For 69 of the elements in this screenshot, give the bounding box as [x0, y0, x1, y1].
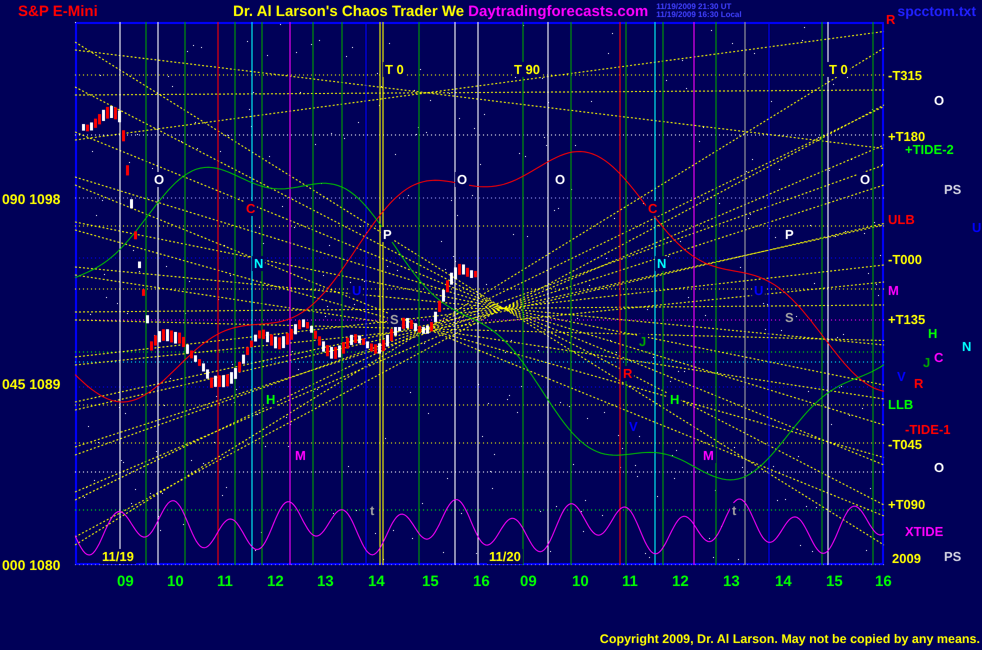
price-axis-label: 090 1098 [0, 191, 62, 207]
legend-label: H [926, 326, 940, 341]
legend-label: -T045 [886, 437, 924, 452]
symbol-title: S&P E-Mini [18, 2, 99, 20]
timestamp: 11/19/2009 16:30 Local [656, 11, 742, 19]
chart-marker-label: t [730, 503, 738, 518]
chart-marker-label: O [553, 172, 568, 187]
price-bar [130, 199, 133, 208]
chart-marker-label: O [152, 172, 166, 187]
chart-marker-label: N [655, 256, 668, 271]
legend-label: PS [942, 549, 964, 564]
legend-label: PS [942, 182, 964, 197]
chart-marker-label: H [668, 392, 682, 407]
chart-marker-label: H [264, 392, 278, 407]
legend-label: +T180 [886, 129, 928, 144]
price-axis-label: 045 1089 [0, 376, 62, 392]
legend-label: -TIDE-1 [903, 422, 952, 437]
chart-marker-label: J [637, 334, 648, 349]
legend-label: ULB [886, 212, 917, 227]
chart-marker-label: V [627, 419, 640, 434]
legend-label: N [960, 339, 974, 354]
chart-marker-label: 11/19 [100, 549, 136, 564]
price-bar [146, 315, 149, 324]
copyright-text: Copyright 2009, Dr. Al Larson. May not be copied by any means. [600, 632, 980, 646]
price-bar [122, 130, 125, 142]
legend-label: R [884, 12, 898, 27]
legend-label: 2009 [890, 551, 923, 566]
chart-marker-label: M [701, 448, 716, 463]
chart-marker-label: M [293, 448, 308, 463]
chart-marker-label: T 0 [383, 62, 406, 77]
chart-marker-label: S [783, 310, 796, 325]
legend-label: LLB [886, 397, 916, 412]
chart-title: Dr. Al Larson's Chaos Trader We [233, 2, 464, 20]
chart-marker-label: U [350, 283, 364, 298]
chart-marker-label: T 90 [512, 62, 542, 77]
legend-label: +TIDE-2 [903, 142, 956, 157]
legend-label: -T000 [886, 252, 924, 267]
price-bar [142, 289, 145, 296]
price-axis-label: 000 1080 [0, 557, 62, 573]
chart-marker-label: C [244, 201, 258, 216]
legend-label: M [886, 283, 901, 298]
chart-marker-label: N [252, 256, 266, 271]
website-link[interactable]: Daytradingforecasts.com [468, 2, 648, 20]
legend-label: +T135 [886, 312, 928, 327]
legend-label: XTIDE [903, 524, 946, 539]
chart-marker-label: 11/20 [487, 549, 523, 564]
price-bar [126, 165, 129, 176]
legend-label: O [932, 93, 946, 108]
legend-label: -T315 [886, 68, 924, 83]
legend-label: +T090 [886, 497, 928, 512]
legend-label: O [932, 460, 946, 475]
timestamp: 11/19/2009 21:30 UT [656, 3, 732, 11]
chart-marker-label: T 0 [827, 62, 850, 77]
file-name: spcctom.txt [897, 3, 976, 19]
legend-label: V [895, 369, 908, 384]
price-bar [138, 262, 141, 268]
legend-label: C [932, 350, 946, 365]
chart-marker-label: P [783, 227, 796, 242]
chart-marker-label: O [455, 172, 470, 187]
chart-marker-label: U [752, 283, 766, 298]
legend-label: R [912, 376, 926, 391]
chart-marker-label: S [388, 312, 401, 327]
legend-label: U [970, 220, 982, 235]
legend-label: J [921, 355, 932, 370]
price-bar [134, 231, 137, 240]
chart-marker-label: C [646, 201, 660, 216]
chart-marker-label: R [621, 366, 634, 381]
chart-marker-label: O [858, 172, 872, 187]
chart-marker-label: P [381, 227, 394, 242]
